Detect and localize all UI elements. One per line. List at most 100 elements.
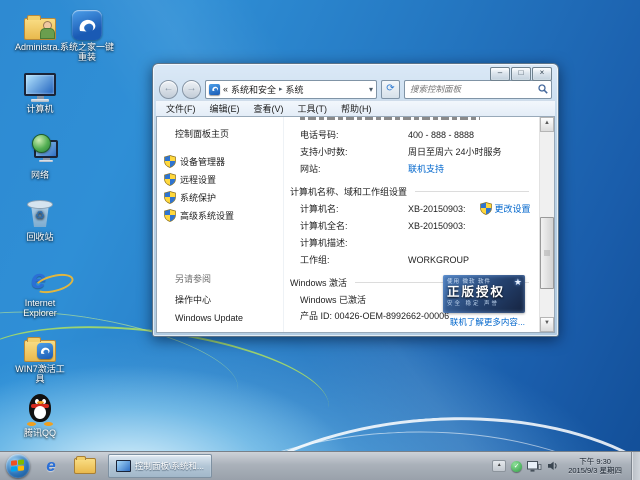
- taskbar-clock[interactable]: 下午 9:30 2015/9/3 星期四: [568, 457, 622, 475]
- online-support-link[interactable]: 联机支持: [408, 162, 444, 175]
- maximize-button[interactable]: □: [511, 67, 531, 81]
- show-hidden-icons-button[interactable]: ▲: [492, 460, 506, 472]
- menu-tools[interactable]: 工具(T): [298, 102, 328, 115]
- taskbar-internet-explorer-button[interactable]: e: [38, 454, 64, 478]
- address-dropdown-icon[interactable]: ▾: [369, 85, 373, 94]
- search-input[interactable]: [408, 83, 538, 95]
- sidebar-item-control-panel-home[interactable]: 控制面板主页: [157, 125, 283, 142]
- desktop-icon-win7-activator[interactable]: WIN7激活工 具: [6, 326, 74, 384]
- scroll-down-icon[interactable]: ▼: [540, 317, 554, 332]
- navigation-bar: ← → « 系统和安全 ▸ 系统 ▾ ⟳: [153, 78, 558, 100]
- forward-button[interactable]: →: [182, 80, 201, 99]
- refresh-button[interactable]: ⟳: [381, 80, 400, 99]
- sidebar-item-performance-tools[interactable]: 性能信息和工具: [157, 326, 283, 333]
- section-divider: [415, 191, 529, 192]
- qq-penguin-icon: [6, 390, 74, 426]
- breadcrumb-system-security[interactable]: 系统和安全: [231, 83, 276, 96]
- computer-row-description: 计算机描述:: [284, 234, 539, 251]
- sidebar-item-device-manager[interactable]: 设备管理器: [157, 152, 283, 170]
- window-client-area: 控制面板主页 设备管理器 远程设置 系统保护 高级系统设置: [156, 116, 555, 333]
- uac-shield-icon: [164, 155, 176, 168]
- uac-shield-icon: [164, 191, 176, 204]
- genuine-software-badge: 使用 微软 软件 正版授权 安全 稳定 声誉 ★: [443, 275, 525, 313]
- back-button[interactable]: ←: [159, 80, 178, 99]
- desktop-icon-internet-explorer[interactable]: e Internet Explorer: [6, 260, 74, 318]
- desktop-icon-label: WIN7激活工: [6, 364, 74, 374]
- globe-icon: [32, 134, 51, 153]
- menu-view[interactable]: 查看(V): [254, 102, 284, 115]
- desktop-icon-computer[interactable]: 计算机: [6, 66, 74, 114]
- desktop-icon-label: 网络: [6, 170, 74, 180]
- windows-flag-icon: [11, 459, 25, 472]
- menu-edit[interactable]: 编辑(E): [210, 102, 240, 115]
- computer-row-name: 计算机名: XB-20150903: 更改设置: [284, 200, 539, 217]
- uac-shield-icon: [164, 209, 176, 222]
- taskbar-task-control-panel[interactable]: 控制面板\系统和...: [108, 454, 212, 478]
- search-icon[interactable]: [538, 84, 548, 94]
- sidebar-item-windows-update[interactable]: Windows Update: [157, 309, 283, 326]
- desktop-icon-label: 系统之家一键: [52, 42, 122, 52]
- task-button-label: 控制面板\系统和...: [135, 460, 204, 472]
- uac-shield-icon: [480, 202, 492, 215]
- start-button[interactable]: [6, 454, 30, 478]
- address-bar[interactable]: « 系统和安全 ▸ 系统 ▾: [205, 80, 377, 99]
- menu-file[interactable]: 文件(F): [166, 102, 196, 115]
- desktop-icon-qq[interactable]: 腾讯QQ: [6, 390, 74, 438]
- recycle-bin-icon: ♻: [6, 194, 74, 230]
- system-window-icon: [116, 460, 131, 472]
- learn-more-online-link[interactable]: 联机了解更多内容...: [450, 316, 525, 328]
- vertical-scrollbar[interactable]: ▲ ▼: [539, 117, 554, 332]
- network-tray-icon[interactable]: [527, 461, 542, 472]
- menu-help[interactable]: 帮助(H): [341, 102, 372, 115]
- network-icon: [6, 132, 74, 168]
- sidebar-item-advanced-system-settings[interactable]: 高级系统设置: [157, 206, 283, 224]
- show-desktop-button[interactable]: [631, 452, 640, 480]
- scroll-up-icon[interactable]: ▲: [540, 117, 554, 132]
- computer-icon: [6, 66, 74, 102]
- taskbar-explorer-button[interactable]: [72, 454, 98, 478]
- uac-shield-icon: [164, 173, 176, 186]
- search-box[interactable]: [404, 80, 552, 99]
- system-control-panel-window: – □ × ← → « 系统和安全 ▸ 系统 ▾ ⟳: [152, 63, 559, 337]
- minimize-button[interactable]: –: [490, 67, 510, 81]
- desktop-icon-label: 回收站: [6, 232, 74, 242]
- clipped-text-row: [300, 117, 480, 120]
- change-settings-link[interactable]: 更改设置: [480, 202, 531, 215]
- desktop-icon-recycle-bin[interactable]: ♻ 回收站: [6, 194, 74, 242]
- desktop-icon-label: 腾讯QQ: [6, 428, 74, 438]
- sidebar: 控制面板主页 设备管理器 远程设置 系统保护 高级系统设置: [157, 117, 284, 332]
- window-titlebar[interactable]: – □ ×: [153, 64, 558, 78]
- desktop-screen: Administra... 系统之家一键 重装 计算机 网络 ♻: [0, 0, 640, 480]
- system-tray: ▲ ✓ 下午 9:30 2015/9/3 星期四: [492, 452, 640, 480]
- breadcrumb-overflow-chevron[interactable]: «: [223, 84, 228, 94]
- desktop-icon-label: 计算机: [6, 104, 74, 114]
- scrollbar-track[interactable]: [540, 132, 554, 317]
- badge-star-icon: ★: [514, 277, 522, 288]
- desktop-icon-xitongzhijia[interactable]: 系统之家一键 重装: [52, 4, 122, 62]
- volume-icon[interactable]: [547, 461, 557, 471]
- sidebar-item-action-center[interactable]: 操作中心: [157, 289, 283, 309]
- scrollbar-thumb[interactable]: [540, 217, 554, 289]
- support-row-hours: 支持小时数: 周日至周六 24小时服务: [284, 143, 539, 160]
- internet-explorer-icon: e: [46, 456, 55, 476]
- breadcrumb-system[interactable]: 系统: [286, 83, 304, 96]
- desktop-icon-label: Internet: [6, 298, 74, 308]
- sidebar-item-system-protection[interactable]: 系统保护: [157, 188, 283, 206]
- support-row-website: 网站: 联机支持: [284, 160, 539, 177]
- computer-row-workgroup: 工作组: WORKGROUP: [284, 251, 539, 268]
- close-button[interactable]: ×: [532, 67, 552, 81]
- taskbar: e 控制面板\系统和... ▲ ✓ 下午 9:30 2015/9/3 星期四: [0, 451, 640, 480]
- action-center-ok-icon[interactable]: ✓: [511, 461, 522, 472]
- computer-name-section-header: 计算机名称、域和工作组设置: [290, 185, 529, 198]
- main-content: 电话号码: 400 - 888 - 8888 支持小时数: 周日至周六 24小时…: [284, 117, 539, 332]
- win7-activator-folder-icon: [6, 326, 74, 362]
- clock-date: 2015/9/3 星期四: [568, 466, 622, 475]
- sidebar-item-remote-settings[interactable]: 远程设置: [157, 170, 283, 188]
- xitongzhijia-app-icon: [52, 4, 122, 40]
- support-row-phone: 电话号码: 400 - 888 - 8888: [284, 126, 539, 143]
- computer-row-fullname: 计算机全名: XB-20150903:: [284, 217, 539, 234]
- clock-time: 下午 9:30: [568, 457, 622, 466]
- folder-icon: [74, 458, 96, 474]
- menu-bar: 文件(F) 编辑(E) 查看(V) 工具(T) 帮助(H): [156, 100, 555, 116]
- desktop-icon-network[interactable]: 网络: [6, 132, 74, 180]
